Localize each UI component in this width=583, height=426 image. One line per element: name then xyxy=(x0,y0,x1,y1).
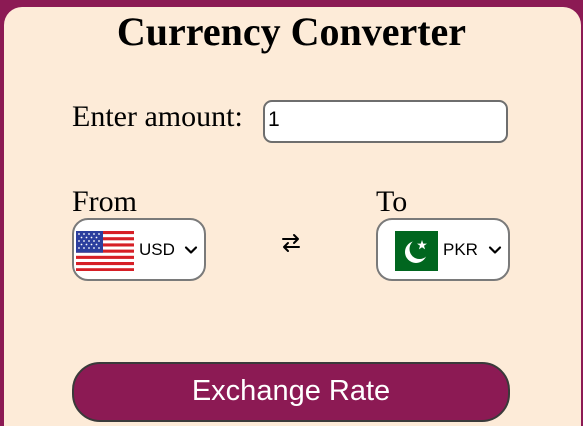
to-currency-code: PKR xyxy=(443,240,478,259)
from-currency-code: USD xyxy=(139,240,175,259)
us-flag-icon xyxy=(76,231,134,271)
to-label: To xyxy=(376,185,408,218)
amount-label: Enter amount: xyxy=(72,100,243,133)
exchange-rate-button[interactable]: Exchange Rate xyxy=(72,362,510,422)
chevron-down-icon xyxy=(488,246,502,254)
to-currency-select[interactable]: PKR xyxy=(376,218,510,281)
from-currency-select[interactable]: USD xyxy=(72,218,206,281)
pakistan-flag-icon xyxy=(380,231,438,271)
swap-arrows-icon[interactable] xyxy=(280,232,302,254)
page-title: Currency Converter xyxy=(116,9,467,54)
chevron-down-icon xyxy=(184,246,198,254)
from-label: From xyxy=(72,185,138,218)
amount-input[interactable]: 1 xyxy=(263,100,508,143)
